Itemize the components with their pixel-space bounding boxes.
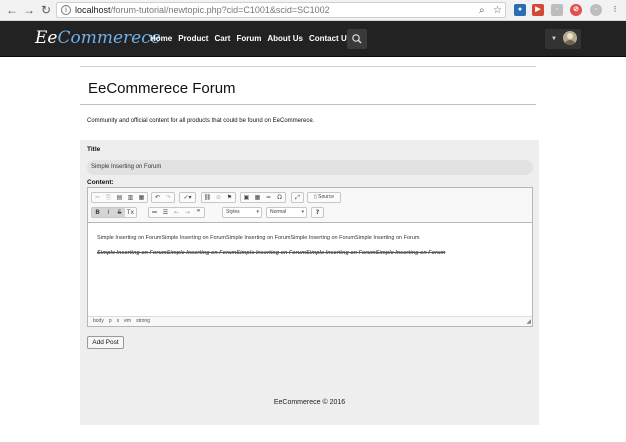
elements-path: body p s em strong bbox=[88, 316, 532, 326]
content-label: Content: bbox=[87, 179, 114, 186]
undo-group: ↶ ↷ bbox=[151, 192, 175, 203]
help-group: ? bbox=[311, 207, 324, 218]
content-paragraph: Simple Inserting on ForumSimple Insertin… bbox=[97, 235, 420, 241]
indent-icon[interactable]: ⇥ bbox=[182, 208, 193, 217]
page-info-icon[interactable]: i bbox=[61, 5, 71, 15]
nav-links: Home Product Cart Forum About Us Contact… bbox=[150, 33, 351, 45]
editor-content[interactable]: Simple Inserting on ForumSimple Insertin… bbox=[88, 224, 532, 316]
remove-format-icon[interactable]: Tx bbox=[125, 208, 136, 217]
spellcheck-icon[interactable]: ✓▾ bbox=[180, 193, 195, 202]
help-icon[interactable]: ? bbox=[312, 208, 323, 217]
extension-icon-2[interactable]: ▶ bbox=[532, 4, 544, 16]
redo-icon[interactable]: ↷ bbox=[163, 193, 174, 202]
paste-text-icon[interactable]: ▥ bbox=[125, 193, 136, 202]
content-paragraph-styled: Simple Inserting on ForumSimple Insertin… bbox=[97, 250, 446, 256]
source-button[interactable]: ▯ Source bbox=[308, 193, 340, 202]
insert-group: ▣ ▦ ═ Ω bbox=[240, 192, 286, 203]
extension-icon-3[interactable]: ◦ bbox=[551, 4, 563, 16]
link-icon[interactable]: ⛓ bbox=[202, 193, 213, 202]
path-s[interactable]: s bbox=[117, 317, 120, 326]
source-group: ▯ Source bbox=[307, 192, 341, 203]
url-text: localhost/forum-tutorial/newtopic.php?ci… bbox=[75, 5, 330, 15]
paste-word-icon[interactable]: ▦ bbox=[136, 193, 147, 202]
anchor-icon[interactable]: ⚑ bbox=[224, 193, 235, 202]
zoom-icon[interactable]: ⌕ bbox=[479, 4, 485, 17]
paste-icon[interactable]: ▤ bbox=[114, 193, 125, 202]
editor-toolbar: ✂ ⎘ ▤ ▥ ▦ ↶ ↷ ✓▾ ⛓ ⊘ ⚑ ▣ ▦ ═ Ω ⤢ ▯ Sourc… bbox=[88, 188, 532, 223]
special-char-icon[interactable]: Ω bbox=[274, 193, 285, 202]
add-post-button[interactable]: Add Post bbox=[87, 336, 124, 349]
copy-icon[interactable]: ⎘ bbox=[103, 193, 114, 202]
profile-icon[interactable]: ◦ bbox=[590, 4, 602, 16]
list-group: ≔ ☰ ⇤ ⇥ ❞ bbox=[148, 207, 205, 218]
horizontal-line-icon[interactable]: ═ bbox=[263, 193, 274, 202]
search-button[interactable] bbox=[347, 29, 367, 49]
nav-cart[interactable]: Cart bbox=[214, 33, 230, 45]
path-body[interactable]: body bbox=[93, 317, 104, 326]
search-icon bbox=[352, 34, 362, 44]
path-em[interactable]: em bbox=[124, 317, 131, 326]
avatar bbox=[563, 31, 577, 45]
outdent-icon[interactable]: ⇤ bbox=[171, 208, 182, 217]
footer-text: EeCommerece © 2016 bbox=[273, 399, 346, 406]
reload-icon[interactable]: ↻ bbox=[39, 3, 53, 17]
italic-icon[interactable]: I bbox=[103, 208, 114, 217]
table-icon[interactable]: ▦ bbox=[252, 193, 263, 202]
unlink-icon[interactable]: ⊘ bbox=[213, 193, 224, 202]
spellcheck-group: ✓▾ bbox=[179, 192, 196, 203]
maximize-icon[interactable]: ⤢ bbox=[292, 193, 303, 202]
site-navbar: EeCommerece Home Product Cart Forum Abou… bbox=[0, 21, 626, 57]
caret-down-icon: ▼ bbox=[551, 36, 557, 42]
back-icon[interactable]: ← bbox=[5, 3, 19, 17]
blockquote-icon[interactable]: ❞ bbox=[193, 208, 204, 217]
path-strong[interactable]: strong bbox=[136, 317, 150, 326]
nav-contact-us[interactable]: Contact Us bbox=[309, 33, 351, 45]
browser-toolbar: ← → ↻ i localhost/forum-tutorial/newtopi… bbox=[0, 0, 626, 21]
strike-icon[interactable]: S bbox=[114, 208, 125, 217]
chevron-down-icon: ▾ bbox=[301, 209, 304, 215]
undo-icon[interactable]: ↶ bbox=[152, 193, 163, 202]
top-divider bbox=[80, 66, 536, 67]
forward-icon[interactable]: → bbox=[22, 3, 36, 17]
format-dropdown[interactable]: Normal ▾ bbox=[266, 207, 307, 218]
bold-icon[interactable]: B bbox=[92, 208, 103, 217]
menu-icon[interactable]: ⋮ bbox=[609, 4, 621, 16]
numbered-list-icon[interactable]: ≔ bbox=[149, 208, 160, 217]
image-icon[interactable]: ▣ bbox=[241, 193, 252, 202]
link-group: ⛓ ⊘ ⚑ bbox=[201, 192, 236, 203]
extension-icon-4[interactable]: ⊘ bbox=[570, 4, 582, 16]
maximize-group: ⤢ bbox=[291, 192, 304, 203]
user-menu-button[interactable]: ▼ bbox=[545, 29, 581, 49]
nav-about-us[interactable]: About Us bbox=[267, 33, 303, 45]
address-bar[interactable]: i localhost/forum-tutorial/newtopic.php?… bbox=[56, 2, 506, 18]
page-title: EeCommerece Forum bbox=[88, 80, 236, 97]
path-p[interactable]: p bbox=[109, 317, 112, 326]
rich-text-editor: ✂ ⎘ ▤ ▥ ▦ ↶ ↷ ✓▾ ⛓ ⊘ ⚑ ▣ ▦ ═ Ω ⤢ ▯ Sourc… bbox=[87, 187, 533, 327]
format-group: B I S Tx bbox=[91, 207, 137, 218]
chevron-down-icon: ▾ bbox=[256, 209, 259, 215]
clipboard-group: ✂ ⎘ ▤ ▥ ▦ bbox=[91, 192, 148, 203]
title-label: Title bbox=[87, 146, 101, 153]
source-label: Source bbox=[318, 194, 334, 200]
cut-icon[interactable]: ✂ bbox=[92, 193, 103, 202]
page-description: Community and official content for all p… bbox=[87, 118, 315, 124]
bulleted-list-icon[interactable]: ☰ bbox=[160, 208, 171, 217]
nav-home[interactable]: Home bbox=[150, 33, 172, 45]
title-divider bbox=[80, 104, 536, 105]
styles-value: Styles bbox=[226, 209, 240, 215]
format-value: Normal bbox=[270, 209, 287, 215]
styles-dropdown[interactable]: Styles ▾ bbox=[222, 207, 262, 218]
star-icon[interactable]: ☆ bbox=[493, 4, 502, 17]
site-logo[interactable]: EeCommerece bbox=[35, 27, 161, 49]
extension-icon-1[interactable]: ● bbox=[514, 4, 526, 16]
title-input[interactable]: Simple Inserting on Forum bbox=[87, 160, 533, 175]
resize-handle-icon[interactable]: ◢ bbox=[526, 319, 531, 325]
nav-forum[interactable]: Forum bbox=[236, 33, 261, 45]
nav-product[interactable]: Product bbox=[178, 33, 208, 45]
